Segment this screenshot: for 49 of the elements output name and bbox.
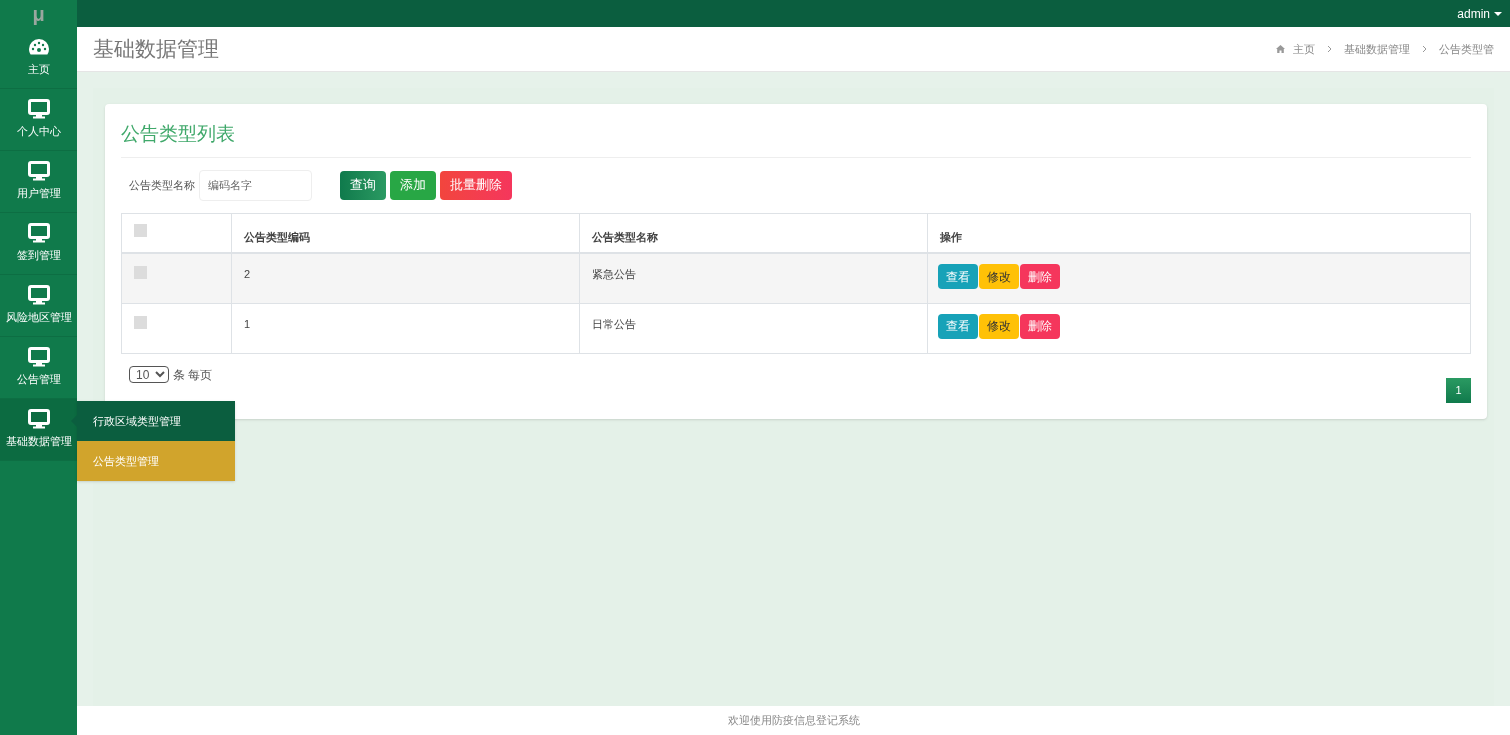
sidebar-item[interactable]: 风险地区管理	[0, 275, 77, 337]
page-size-select[interactable]: 10	[129, 366, 169, 383]
home-icon	[1276, 45, 1285, 53]
column-header: 公告类型编码	[231, 213, 580, 253]
column-header: 操作	[927, 213, 1471, 253]
row-action-button[interactable]: 查看	[938, 264, 978, 289]
table-cell: 紧急公告	[579, 253, 928, 303]
action-button[interactable]: 批量删除	[440, 170, 512, 200]
footer-text: 欢迎使用防疫信息登记系统	[727, 713, 860, 729]
checkbox[interactable]	[134, 224, 147, 237]
monitor-icon	[27, 285, 50, 306]
search-field[interactable]: 编码名字	[199, 169, 312, 201]
sidebar-item[interactable]: 个人中心	[0, 89, 77, 151]
row-action-button[interactable]: 修改	[979, 313, 1019, 339]
action-button[interactable]: 添加	[390, 170, 436, 200]
table-cell: 1	[231, 303, 580, 353]
column-header: 公告类型名称	[579, 213, 928, 253]
page-size-label: 条 每页	[173, 366, 213, 384]
field-label: 公告类型名称	[129, 177, 195, 193]
monitor-icon	[27, 409, 50, 430]
breadcrumb-link[interactable]: 基础数据管理	[1344, 40, 1410, 58]
logo: μ	[32, 1, 45, 27]
monitor-icon	[27, 99, 50, 120]
row-action-button[interactable]: 查看	[938, 313, 978, 339]
chevron-icon	[1422, 45, 1427, 53]
dashboard-icon	[27, 37, 50, 58]
row-action-button[interactable]: 删除	[1020, 313, 1060, 339]
table-cell: 2	[231, 253, 580, 303]
breadcrumb-link[interactable]: 主页	[1293, 40, 1315, 58]
monitor-icon	[27, 223, 50, 244]
sidebar-item[interactable]: 用户管理	[0, 151, 77, 213]
checkbox[interactable]	[134, 315, 147, 329]
card-title: 公告类型列表	[121, 120, 1471, 158]
page-button[interactable]: 1	[1446, 377, 1471, 403]
monitor-icon	[27, 161, 50, 182]
sidebar-item[interactable]: 基础数据管理	[0, 399, 77, 461]
page-title: 基础数据管理	[93, 36, 219, 63]
caret-icon	[1494, 11, 1502, 16]
checkbox[interactable]	[134, 266, 147, 279]
row-action-button[interactable]: 修改	[979, 264, 1019, 289]
breadcrumb-link[interactable]: 公告类型管	[1439, 40, 1494, 58]
sidebar-item[interactable]: 签到管理	[0, 213, 77, 275]
submenu-item[interactable]: 行政区域类型管理	[77, 401, 235, 441]
monitor-icon	[27, 347, 50, 368]
action-button[interactable]: 查询	[340, 170, 386, 200]
row-action-button[interactable]: 删除	[1020, 264, 1060, 289]
table-cell: 日常公告	[579, 303, 928, 353]
chevron-icon	[1327, 45, 1332, 53]
user-menu[interactable]: admin	[1457, 4, 1502, 23]
